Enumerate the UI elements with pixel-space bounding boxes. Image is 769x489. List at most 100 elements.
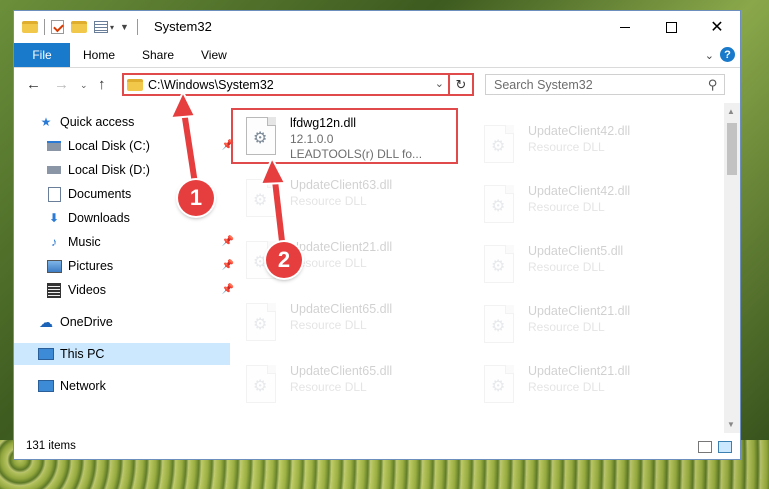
gear-icon: ⚙: [491, 138, 506, 155]
folder-icon: [22, 21, 38, 33]
close-icon: ✕: [710, 19, 724, 36]
sidebar-item-music[interactable]: ♪ Music 📌: [14, 231, 238, 253]
separator: [136, 19, 138, 35]
music-icon: ♪: [51, 235, 57, 249]
sidebar-item-label: OneDrive: [60, 315, 113, 329]
file-name: UpdateClient42.dll: [528, 184, 631, 198]
dll-file-icon: ⚙: [484, 185, 514, 223]
close-button[interactable]: ✕: [694, 11, 740, 43]
sidebar-item-quick-access[interactable]: ★ Quick access: [14, 111, 230, 133]
help-button[interactable]: ?: [720, 47, 735, 62]
callout-step-2: 2: [266, 242, 302, 278]
folder-icon: [127, 79, 143, 91]
maximize-button[interactable]: [648, 11, 694, 43]
file-item[interactable]: ⚙ UpdateClient65.dll Resource DLL: [234, 299, 459, 347]
ribbon-tabs: File Home Share View ⌄ ?: [14, 43, 740, 68]
dll-file-icon: ⚙: [246, 179, 276, 217]
tab-home[interactable]: Home: [83, 43, 115, 67]
item-count: 131 items: [26, 440, 76, 452]
dll-file-icon: ⚙: [246, 303, 276, 341]
address-path: C:\Windows\System32: [148, 78, 274, 92]
search-icon[interactable]: ⚲: [708, 77, 718, 93]
sidebar-item-this-pc[interactable]: This PC: [14, 343, 230, 365]
window-title: System32: [154, 19, 212, 34]
gear-icon: ⚙: [253, 316, 268, 333]
gear-icon: ⚙: [491, 258, 506, 275]
file-description: Resource DLL: [290, 318, 367, 332]
gear-icon: ⚙: [253, 378, 268, 395]
customize-icon[interactable]: [94, 21, 108, 33]
file-explorer-window: ▾ ▼ System32 ✕ File Home Share View ⌄ ? …: [13, 10, 741, 460]
file-name: UpdateClient21.dll: [290, 240, 393, 254]
documents-icon: [46, 186, 62, 202]
new-folder-icon[interactable]: [71, 21, 87, 33]
title-bar: ▾ ▼ System32 ✕: [14, 11, 740, 43]
search-box[interactable]: Search System32 ⚲: [485, 74, 725, 95]
up-button[interactable]: ↑: [98, 76, 106, 93]
sidebar-item-label: Music: [68, 235, 101, 249]
recent-locations-icon[interactable]: ⌄: [80, 80, 88, 91]
scroll-down-icon[interactable]: ▼: [727, 420, 735, 429]
file-description: Resource DLL: [290, 194, 367, 208]
refresh-button[interactable]: ↻: [448, 75, 472, 94]
tab-share[interactable]: Share: [142, 43, 174, 67]
address-dropdown-icon[interactable]: ⌄: [435, 77, 444, 90]
quick-access-dropdown-icon[interactable]: ▼: [120, 22, 129, 32]
videos-icon: [46, 282, 62, 298]
tab-view[interactable]: View: [201, 43, 227, 67]
file-name: UpdateClient65.dll: [290, 364, 393, 378]
file-item[interactable]: ⚙ UpdateClient21.dll Resource DLL: [472, 361, 697, 409]
callout-step-1: 1: [178, 180, 214, 216]
sidebar-item-local-disk-c[interactable]: Local Disk (C:) 📌: [14, 135, 238, 157]
file-description: Resource DLL: [528, 320, 605, 334]
file-item[interactable]: ⚙ UpdateClient5.dll Resource DLL: [472, 241, 697, 289]
gear-icon: ⚙: [253, 192, 268, 209]
scrollbar-thumb[interactable]: [727, 123, 737, 175]
search-input[interactable]: Search System32: [494, 78, 593, 92]
sidebar-item-label: Network: [60, 379, 106, 393]
properties-check-icon[interactable]: [51, 20, 64, 34]
dll-file-icon: ⚙: [484, 125, 514, 163]
expand-ribbon-icon[interactable]: ⌄: [705, 49, 714, 62]
address-bar[interactable]: C:\Windows\System32 ⌄ ↻: [122, 73, 474, 96]
tiles-view-icon[interactable]: [718, 441, 732, 453]
separator: [44, 19, 45, 35]
dll-file-icon: ⚙: [484, 365, 514, 403]
dll-file-icon: ⚙: [484, 305, 514, 343]
minimize-button[interactable]: [602, 11, 648, 43]
sidebar-item-label: Documents: [68, 187, 132, 201]
sidebar-item-label: Videos: [68, 283, 106, 297]
computer-icon: [38, 347, 54, 361]
file-name: UpdateClient63.dll: [290, 178, 393, 192]
file-item[interactable]: ⚙ UpdateClient42.dll Resource DLL: [472, 121, 697, 169]
gear-icon: ⚙: [491, 318, 506, 335]
dll-file-icon: ⚙: [484, 245, 514, 283]
file-item[interactable]: ⚙ UpdateClient42.dll Resource DLL: [472, 181, 697, 229]
navigation-pane: ★ Quick access Local Disk (C:) 📌 Local D…: [14, 103, 234, 433]
file-description: Resource DLL: [528, 380, 605, 394]
file-item[interactable]: ⚙ UpdateClient21.dll Resource DLL: [472, 301, 697, 349]
dropdown-arrow-icon[interactable]: ▾: [110, 23, 114, 32]
file-item[interactable]: ⚙ UpdateClient63.dll Resource DLL: [234, 175, 459, 223]
navigation-bar: ← → ⌄ ↑ C:\Windows\System32 ⌄ ↻ Search S…: [14, 68, 740, 102]
sidebar-item-local-disk-d[interactable]: Local Disk (D:): [14, 159, 238, 181]
file-description: Resource DLL: [290, 380, 367, 394]
sidebar-item-pictures[interactable]: Pictures 📌: [14, 255, 238, 277]
back-button[interactable]: ←: [26, 76, 41, 93]
file-name: UpdateClient21.dll: [528, 304, 631, 318]
dll-file-icon: ⚙: [246, 365, 276, 403]
sidebar-item-videos[interactable]: Videos 📌: [14, 279, 238, 301]
sidebar-item-label: Quick access: [60, 115, 135, 129]
scroll-up-icon[interactable]: ▲: [727, 107, 735, 116]
tab-file[interactable]: File: [14, 43, 70, 67]
sidebar-item-label: Downloads: [68, 211, 130, 225]
highlight-frame: [231, 108, 458, 164]
gear-icon: ⚙: [491, 198, 506, 215]
refresh-icon: ↻: [455, 76, 467, 92]
file-item[interactable]: ⚙ UpdateClient65.dll Resource DLL: [234, 361, 459, 409]
sidebar-item-network[interactable]: Network: [14, 375, 230, 397]
forward-button[interactable]: →: [54, 76, 69, 93]
vertical-scrollbar[interactable]: ▲ ▼: [724, 103, 740, 433]
sidebar-item-onedrive[interactable]: ☁ OneDrive: [14, 311, 230, 333]
details-view-icon[interactable]: [698, 441, 712, 453]
